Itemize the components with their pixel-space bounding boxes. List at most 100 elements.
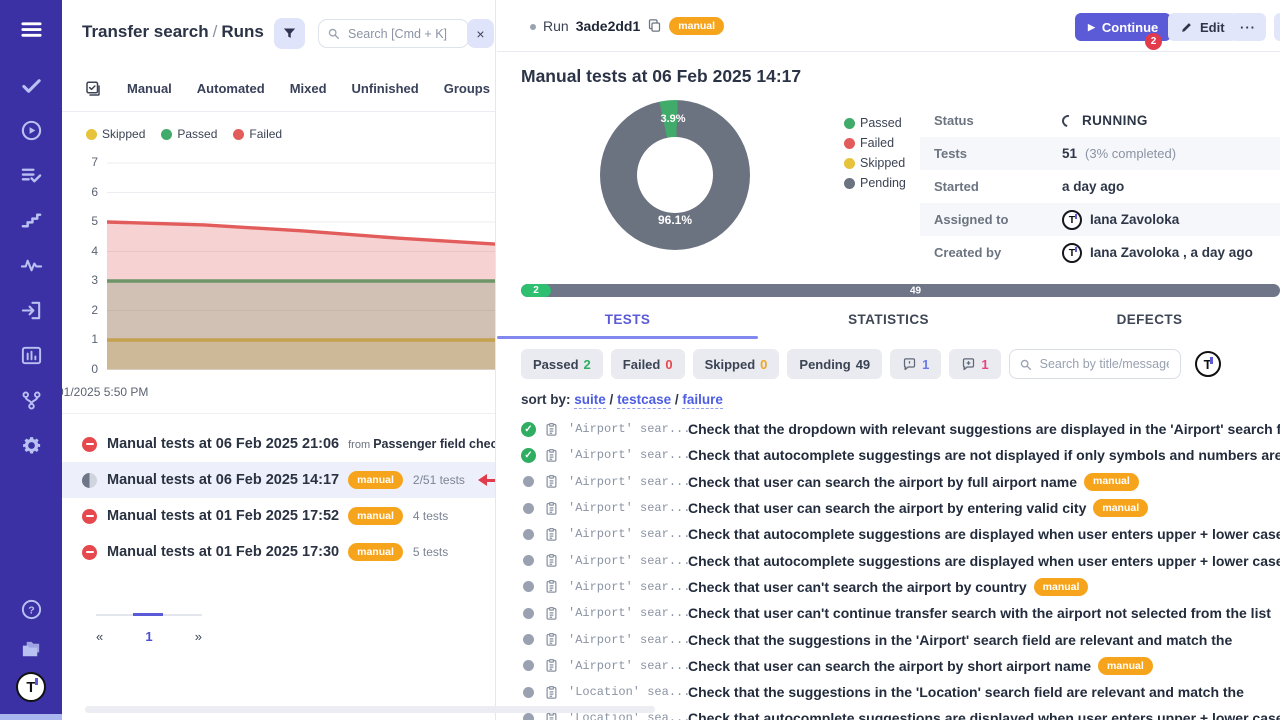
test-row[interactable]: 'Airport' sear... Check that user can't … <box>497 600 1280 626</box>
test-suite-name: 'Airport' sear... <box>568 448 688 462</box>
pagination-indicator <box>96 614 202 616</box>
test-row[interactable]: 'Airport' sear... Check that autocomplet… <box>497 547 1280 573</box>
run-list-item[interactable]: Manual tests at 06 Feb 2025 14:17 manual… <box>62 462 495 498</box>
help-icon[interactable]: ? <box>18 596 44 622</box>
pagination-prev[interactable]: « <box>96 629 103 644</box>
test-suite-name: 'Airport' sear... <box>568 501 688 515</box>
test-row[interactable]: 'Airport' sear... Check that autocomplet… <box>497 521 1280 547</box>
play-icon: ▶ <box>1088 22 1095 33</box>
folders-icon[interactable] <box>18 636 44 662</box>
run-list-item[interactable]: Manual tests at 01 Feb 2025 17:30 manual… <box>62 534 495 570</box>
branch-icon[interactable] <box>18 387 44 413</box>
test-row[interactable]: 'Airport' sear... Check that user can se… <box>497 495 1280 521</box>
profile-avatar[interactable]: T <box>16 672 46 702</box>
bar-chart-icon[interactable] <box>18 342 44 368</box>
horizontal-scrollbar[interactable] <box>85 706 655 713</box>
summary-label: Tests <box>934 146 1062 161</box>
sign-in-icon[interactable] <box>18 297 44 323</box>
test-row[interactable]: 'Airport' sear... Check that user can't … <box>497 574 1280 600</box>
comments-filter-chip[interactable]: 1 <box>890 349 941 379</box>
legend-item: Pending <box>844 176 906 190</box>
copy-icon[interactable] <box>647 18 662 33</box>
test-status-icon <box>521 579 536 594</box>
run-title: Manual tests at 01 Feb 2025 17:52 <box>107 508 339 524</box>
close-search-button[interactable]: × <box>467 19 494 48</box>
sidebar: ? T <box>0 0 62 714</box>
test-row[interactable]: 'Airport' sear... Check that the suggest… <box>497 626 1280 652</box>
manual-badge: manual <box>348 507 403 525</box>
source-run-name: Passenger field check <box>373 437 495 451</box>
clipboard-icon <box>544 527 559 542</box>
annotation-arrow <box>481 479 495 482</box>
edit-button[interactable]: Edit <box>1168 13 1237 41</box>
test-suite-name: 'Airport' sear... <box>568 659 688 673</box>
manual-badge: manual <box>1084 473 1139 491</box>
test-title: Check that autocomplete suggestings are … <box>688 447 1280 463</box>
test-row[interactable]: 'Airport' sear... Check that autocomplet… <box>497 442 1280 468</box>
runs-tab[interactable]: Automated <box>197 81 265 96</box>
test-row[interactable]: 'Location' sea... Check that the suggest… <box>497 679 1280 705</box>
status-filter-chip[interactable]: Failed0 <box>611 349 685 379</box>
check-icon[interactable] <box>18 72 44 98</box>
clipboard-icon <box>544 448 559 463</box>
clipboard-icon <box>544 685 559 700</box>
runs-tab[interactable]: Unfinished <box>352 81 419 96</box>
assignee-avatar[interactable]: T <box>1195 351 1221 377</box>
summary-row: Tests 51 (3% completed) <box>920 137 1280 170</box>
gear-icon[interactable] <box>18 432 44 458</box>
runs-filter-tabs: Manual Automated Mixed Unfinished Groups <box>62 66 495 112</box>
sort-option[interactable]: failure <box>682 392 723 409</box>
sort-option[interactable]: suite <box>574 392 617 409</box>
tests-search-input[interactable] <box>1038 356 1171 372</box>
play-circle-icon[interactable] <box>18 117 44 143</box>
sort-option[interactable]: testcase <box>617 392 682 409</box>
test-row[interactable]: 'Airport' sear... Check that user can se… <box>497 469 1280 495</box>
clipboard-icon <box>544 579 559 594</box>
test-title: Check that user can search the airport b… <box>688 473 1139 491</box>
user-avatar: T <box>1062 210 1082 230</box>
spinner-icon <box>1060 112 1077 129</box>
add-comment-filter-chip[interactable]: 1 <box>949 349 1000 379</box>
run-progress-bar: 2 49 <box>521 284 1280 297</box>
status-filter-chip[interactable]: Pending49 <box>787 349 882 379</box>
detail-tab[interactable]: DEFECTS <box>1019 312 1280 339</box>
run-list-item[interactable]: Manual tests at 01 Feb 2025 17:52 manual… <box>62 498 495 534</box>
status-filter-chip[interactable]: Skipped0 <box>693 349 780 379</box>
select-all-icon[interactable] <box>84 80 102 98</box>
menu-icon[interactable] <box>18 16 44 42</box>
summary-row: Status RUNNING <box>920 104 1280 137</box>
detail-tab[interactable]: STATISTICS <box>758 312 1019 339</box>
run-detail-header: Run 3ade2dd1 manual ▶ Continue 2 Edit ··… <box>497 0 1280 52</box>
sidebar-bottom-strip <box>0 714 62 720</box>
test-row[interactable]: 'Airport' sear... Check that the dropdow… <box>497 416 1280 442</box>
runs-tab[interactable]: Manual <box>127 81 172 96</box>
test-status-icon <box>521 632 536 647</box>
comment-plus-icon <box>961 357 976 372</box>
more-actions-button[interactable]: ··· <box>1230 13 1266 41</box>
status-filter-chip[interactable]: Passed2 <box>521 349 603 379</box>
list-check-icon[interactable] <box>18 162 44 188</box>
run-detail-panel: Run 3ade2dd1 manual ▶ Continue 2 Edit ··… <box>497 0 1280 720</box>
pulse-icon[interactable] <box>18 252 44 278</box>
donut-legend: Passed Failed Skipped Pending <box>844 116 906 190</box>
filter-button[interactable] <box>274 18 305 49</box>
run-status-icon <box>82 545 97 560</box>
runs-search[interactable] <box>318 19 469 48</box>
runs-trend-chart: 01234567 01/2025 5:50 PM <box>62 145 495 397</box>
detail-tab[interactable]: TESTS <box>497 312 758 339</box>
test-title: Check that user can search the airport b… <box>688 499 1148 517</box>
pagination-page[interactable]: 1 <box>145 629 152 644</box>
test-title: Check that user can't continue transfer … <box>688 605 1271 621</box>
test-list: 'Airport' sear... Check that the dropdow… <box>497 416 1280 720</box>
runs-search-input[interactable] <box>346 26 460 42</box>
runs-panel: Transfer search/Runs × ManualAutomatedMi… <box>62 0 496 720</box>
runs-tab[interactable]: Groups <box>444 81 490 96</box>
tests-search[interactable] <box>1009 349 1181 379</box>
pagination-next[interactable]: » <box>195 629 202 644</box>
run-list-item[interactable]: Manual tests at 06 Feb 2025 21:06 from P… <box>62 426 495 462</box>
test-status-icon <box>521 474 536 489</box>
run-summary-table: Status RUNNING Tests <box>920 104 1280 269</box>
runs-tab[interactable]: Mixed <box>290 81 327 96</box>
test-row[interactable]: 'Airport' sear... Check that user can se… <box>497 653 1280 679</box>
steps-icon[interactable] <box>18 207 44 233</box>
